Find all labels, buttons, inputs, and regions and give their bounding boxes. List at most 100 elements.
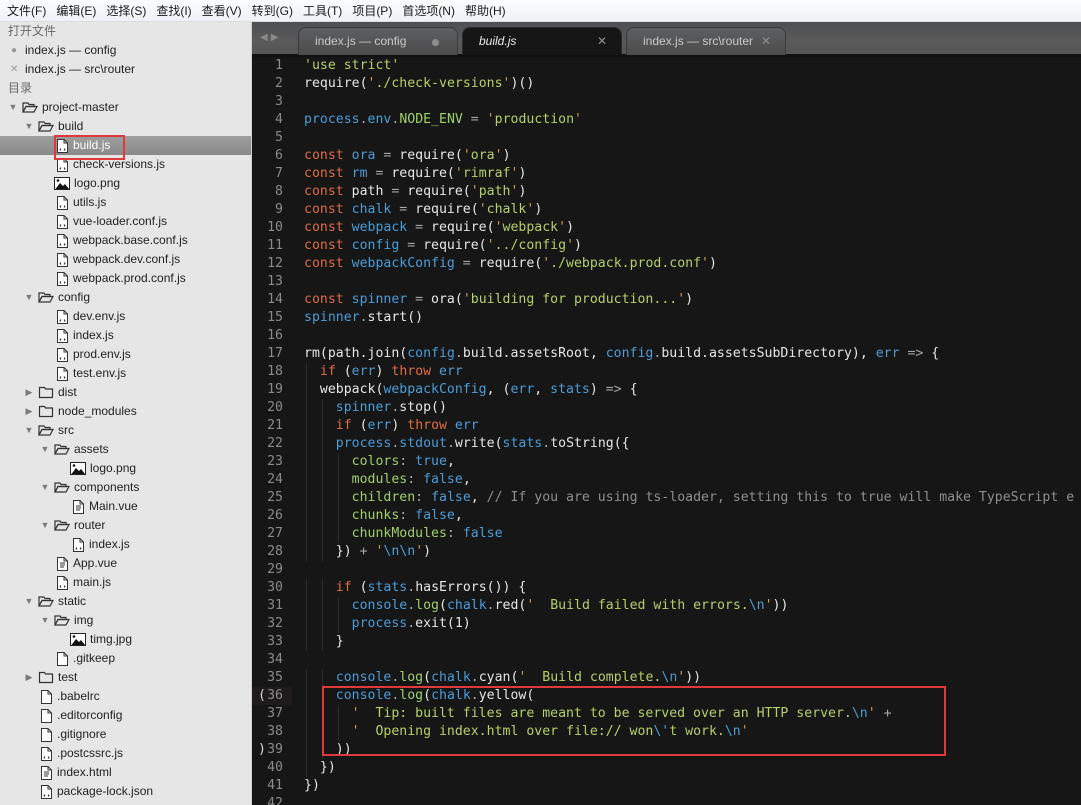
- tab-nav-arrows-icon[interactable]: ◀▶: [260, 32, 281, 43]
- code-line[interactable]: [304, 273, 1074, 291]
- tree-item[interactable]: vue-loader.conf.js: [0, 212, 251, 231]
- code-line[interactable]: }) + '\n\n'): [304, 543, 1074, 561]
- code-line[interactable]: console.log(chalk.yellow(: [304, 687, 1074, 705]
- menu-item[interactable]: 选择(S): [101, 0, 151, 22]
- tree-item[interactable]: webpack.dev.conf.js: [0, 250, 251, 269]
- tree-item[interactable]: test.env.js: [0, 364, 251, 383]
- tree-item[interactable]: timg.jpg: [0, 630, 251, 649]
- expanded-arrow-icon[interactable]: ▼: [24, 117, 34, 136]
- unsaved-dot-icon[interactable]: ●: [10, 41, 18, 60]
- code-line[interactable]: console.log(chalk.cyan(' Build complete.…: [304, 669, 1074, 687]
- code-line[interactable]: )): [304, 741, 1074, 759]
- code-area[interactable]: 'use strict' require('./check-versions')(…: [304, 57, 1074, 805]
- tree-item[interactable]: .postcssrc.js: [0, 744, 251, 763]
- tree-item[interactable]: index.html: [0, 763, 251, 782]
- tree-item[interactable]: .gitignore: [0, 725, 251, 744]
- expanded-arrow-icon[interactable]: ▼: [40, 516, 50, 535]
- tree-item[interactable]: prod.env.js: [0, 345, 251, 364]
- code-line[interactable]: if (stats.hasErrors()) {: [304, 579, 1074, 597]
- tree-item[interactable]: check-versions.js: [0, 155, 251, 174]
- code-line[interactable]: const path = require('path'): [304, 183, 1074, 201]
- tree-item[interactable]: ▼ components: [0, 478, 251, 497]
- code-line[interactable]: chunkModules: false: [304, 525, 1074, 543]
- code-line[interactable]: if (err) throw err: [304, 417, 1074, 435]
- collapsed-arrow-icon[interactable]: ▶: [24, 402, 34, 421]
- code-line[interactable]: [304, 327, 1074, 345]
- code-line[interactable]: ' Tip: built files are meant to be serve…: [304, 705, 1074, 723]
- tree-item[interactable]: webpack.prod.conf.js: [0, 269, 251, 288]
- menu-item[interactable]: 查看(V): [197, 0, 247, 22]
- expanded-arrow-icon[interactable]: ▼: [40, 611, 50, 630]
- tree-item[interactable]: ▶ dist: [0, 383, 251, 402]
- expanded-arrow-icon[interactable]: ▼: [8, 98, 18, 117]
- code-line[interactable]: [304, 795, 1074, 805]
- tree-item[interactable]: App.vue: [0, 554, 251, 573]
- close-icon[interactable]: ✕: [10, 60, 18, 79]
- code-line[interactable]: [304, 561, 1074, 579]
- tree-item[interactable]: ▶ test: [0, 668, 251, 687]
- menu-item[interactable]: 工具(T): [298, 0, 347, 22]
- code-line[interactable]: const rm = require('rimraf'): [304, 165, 1074, 183]
- code-line[interactable]: const config = require('../config'): [304, 237, 1074, 255]
- code-editor[interactable]: 1 2 3 4 5 6 7 8 9 10 11 12 13 14 15 16 17 18 19 20 21 22 23 24 2…: [252, 57, 1081, 805]
- code-line[interactable]: process.stdout.write(stats.toString({: [304, 435, 1074, 453]
- menu-item[interactable]: 首选项(N): [397, 0, 460, 22]
- tree-item[interactable]: .gitkeep: [0, 649, 251, 668]
- tab-index-router[interactable]: index.js — src\router ✕: [626, 27, 786, 55]
- tree-item[interactable]: Main.vue: [0, 497, 251, 516]
- tree-item[interactable]: ▼ build: [0, 117, 251, 136]
- code-line[interactable]: }): [304, 777, 1074, 795]
- expanded-arrow-icon[interactable]: ▼: [24, 421, 34, 440]
- code-line[interactable]: [304, 651, 1074, 669]
- code-line[interactable]: process.exit(1): [304, 615, 1074, 633]
- code-line[interactable]: if (err) throw err: [304, 363, 1074, 381]
- code-line[interactable]: const webpack = require('webpack'): [304, 219, 1074, 237]
- open-file-item[interactable]: ✕ index.js — src\router: [0, 60, 251, 79]
- open-file-item[interactable]: ● index.js — config: [0, 41, 251, 60]
- menu-item[interactable]: 文件(F): [2, 0, 51, 22]
- code-line[interactable]: }: [304, 633, 1074, 651]
- tree-item[interactable]: ▼ router: [0, 516, 251, 535]
- code-line[interactable]: const spinner = ora('building for produc…: [304, 291, 1074, 309]
- tree-item[interactable]: logo.png: [0, 459, 251, 478]
- tree-item[interactable]: logo.png: [0, 174, 251, 193]
- tree-item[interactable]: ▼ project-master: [0, 98, 251, 117]
- tab-build-js[interactable]: build.js ✕: [462, 27, 622, 55]
- code-line[interactable]: process.env.NODE_ENV = 'production': [304, 111, 1074, 129]
- expanded-arrow-icon[interactable]: ▼: [40, 440, 50, 459]
- collapsed-arrow-icon[interactable]: ▶: [24, 383, 34, 402]
- collapsed-arrow-icon[interactable]: ▶: [24, 668, 34, 687]
- tree-item[interactable]: ▼ config: [0, 288, 251, 307]
- tree-item[interactable]: ▶ node_modules: [0, 402, 251, 421]
- expanded-arrow-icon[interactable]: ▼: [24, 288, 34, 307]
- close-icon[interactable]: ✕: [761, 28, 771, 55]
- code-line[interactable]: }): [304, 759, 1074, 777]
- code-line[interactable]: webpack(webpackConfig, (err, stats) => {: [304, 381, 1074, 399]
- tree-item[interactable]: ▼ img: [0, 611, 251, 630]
- tree-item[interactable]: build.js: [0, 136, 251, 155]
- tree-item[interactable]: dev.env.js: [0, 307, 251, 326]
- tree-item[interactable]: ▼ src: [0, 421, 251, 440]
- code-line[interactable]: rm(path.join(config.build.assetsRoot, co…: [304, 345, 1074, 363]
- expanded-arrow-icon[interactable]: ▼: [24, 592, 34, 611]
- code-line[interactable]: chunks: false,: [304, 507, 1074, 525]
- menu-item[interactable]: 帮助(H): [460, 0, 511, 22]
- code-line[interactable]: const chalk = require('chalk'): [304, 201, 1074, 219]
- tree-item[interactable]: .editorconfig: [0, 706, 251, 725]
- menu-item[interactable]: 编辑(E): [51, 0, 101, 22]
- menu-item[interactable]: 项目(P): [347, 0, 397, 22]
- tree-item[interactable]: .babelrc: [0, 687, 251, 706]
- code-line[interactable]: ' Opening index.html over file:// won\'t…: [304, 723, 1074, 741]
- menu-item[interactable]: 查找(I): [151, 0, 196, 22]
- tree-item[interactable]: ▼ static: [0, 592, 251, 611]
- code-line[interactable]: spinner.stop(): [304, 399, 1074, 417]
- menu-item[interactable]: 转到(G): [247, 0, 298, 22]
- code-line[interactable]: console.log(chalk.red(' Build failed wit…: [304, 597, 1074, 615]
- tree-item[interactable]: index.js: [0, 535, 251, 554]
- tree-item[interactable]: main.js: [0, 573, 251, 592]
- code-line[interactable]: modules: false,: [304, 471, 1074, 489]
- expanded-arrow-icon[interactable]: ▼: [40, 478, 50, 497]
- tree-item[interactable]: webpack.base.conf.js: [0, 231, 251, 250]
- tree-item[interactable]: index.js: [0, 326, 251, 345]
- code-line[interactable]: [304, 93, 1074, 111]
